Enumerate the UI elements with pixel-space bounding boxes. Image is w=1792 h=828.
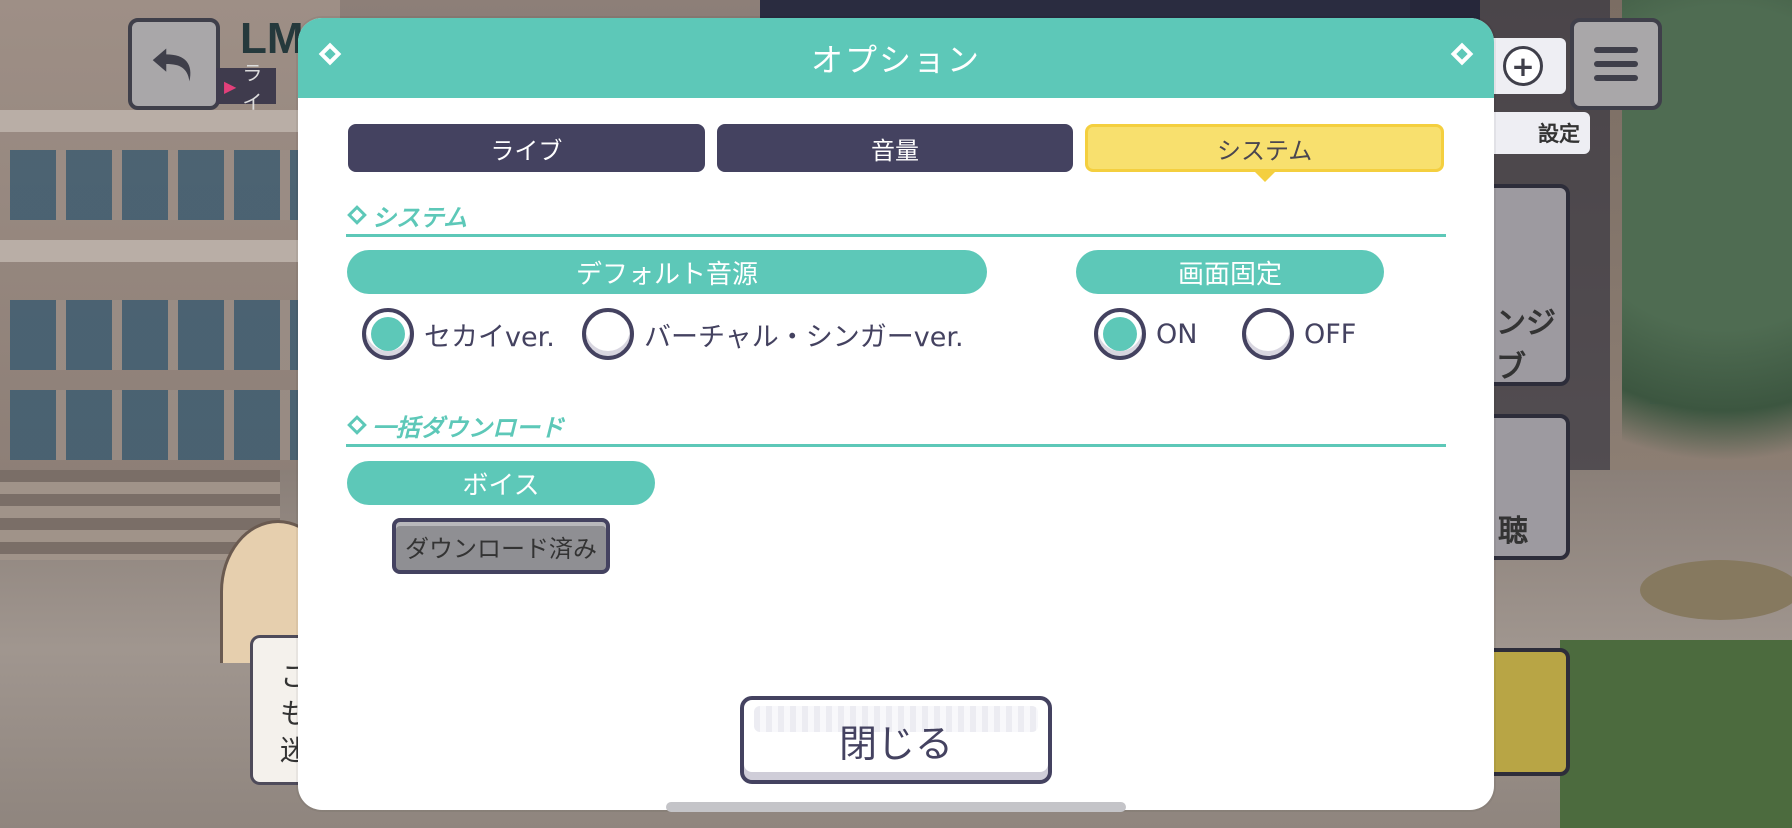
close-button[interactable]: 閉じる	[740, 696, 1052, 784]
default-source-label: デフォルト音源	[347, 250, 987, 294]
radio-button	[582, 308, 634, 360]
radio-label: ON	[1156, 318, 1198, 350]
radio-sekai-ver[interactable]: セカイver.	[362, 308, 555, 360]
section-system: システム	[346, 198, 1446, 237]
diamond-icon	[1450, 42, 1474, 66]
radio-selected-dot	[1103, 317, 1137, 351]
options-tabs: ライブ 音量 システム	[348, 124, 1445, 182]
section-title: システム	[372, 203, 468, 232]
radio-screen-lock-off[interactable]: OFF	[1242, 308, 1356, 360]
section-divider	[346, 234, 1446, 237]
radio-virtual-singer-ver[interactable]: バーチャル・シンガーver.	[582, 308, 964, 360]
home-indicator[interactable]	[666, 802, 1126, 812]
screen-lock-label: 画面固定	[1076, 250, 1384, 294]
radio-button	[1094, 308, 1146, 360]
download-complete-button[interactable]: ダウンロード済み	[392, 518, 610, 574]
section-divider	[346, 444, 1446, 447]
dialog-header: オプション	[298, 18, 1494, 98]
section-bulk-download: 一括ダウンロード	[346, 408, 1446, 447]
close-button-label: 閉じる	[838, 721, 953, 766]
options-dialog: オプション ライブ 音量 システム システム デフォルト音源 画面固定 セカイv…	[298, 18, 1494, 810]
voice-label: ボイス	[347, 461, 655, 505]
radio-button	[362, 308, 414, 360]
section-title: 一括ダウンロード	[372, 413, 564, 442]
tab-live[interactable]: ライブ	[348, 124, 705, 172]
radio-label: セカイver.	[424, 321, 555, 353]
radio-screen-lock-on[interactable]: ON	[1094, 308, 1197, 360]
diamond-icon	[318, 42, 342, 66]
tab-system[interactable]: システム	[1085, 124, 1445, 182]
dialog-title: オプション	[810, 41, 981, 79]
radio-label: OFF	[1304, 318, 1357, 350]
diamond-icon	[347, 205, 367, 225]
radio-label: バーチャル・シンガーver.	[644, 321, 964, 353]
radio-selected-dot	[371, 317, 405, 351]
tab-volume[interactable]: 音量	[716, 124, 1074, 172]
diamond-icon	[347, 415, 367, 435]
radio-button	[1242, 308, 1294, 360]
